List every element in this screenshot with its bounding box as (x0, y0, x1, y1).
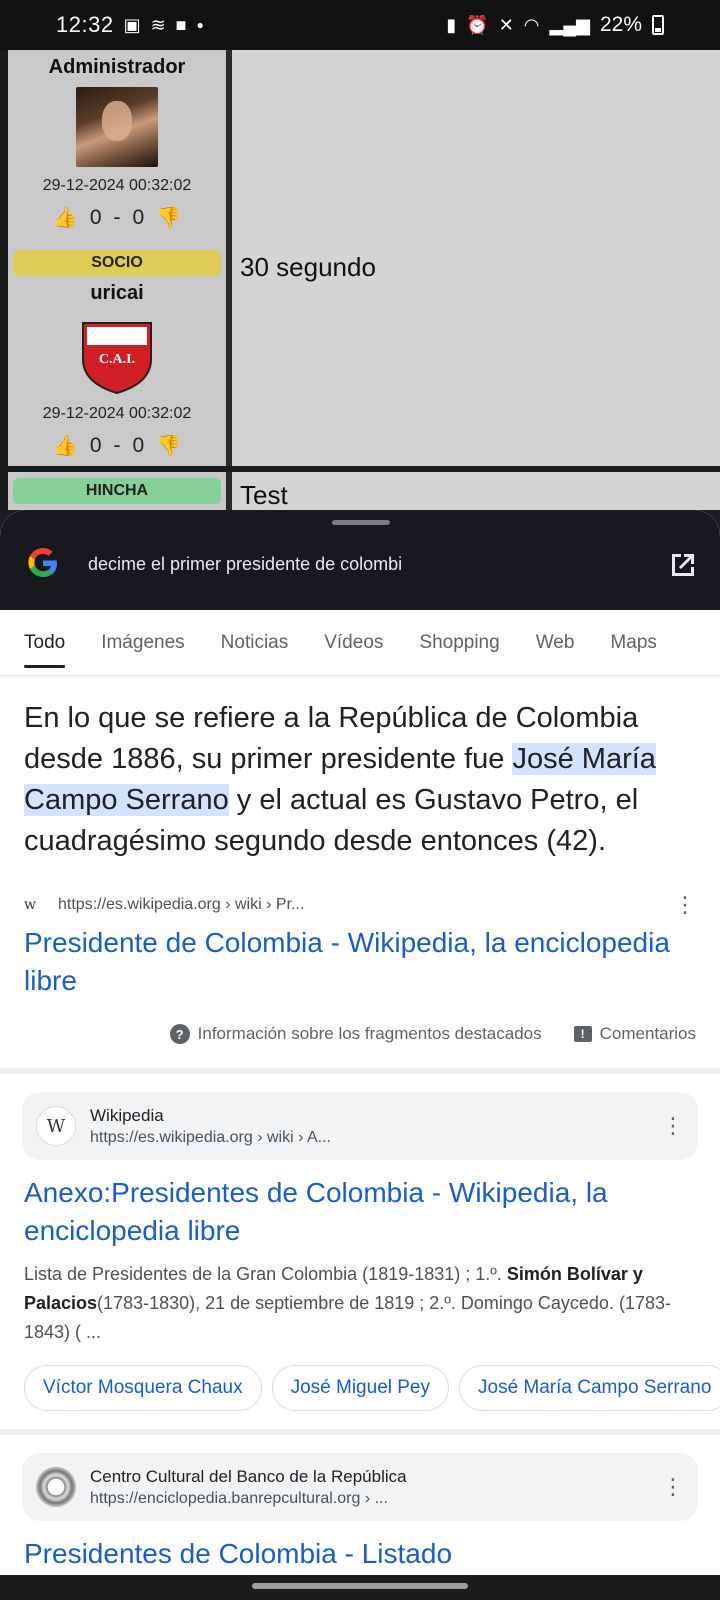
post-author-panel: HINCHA (8, 472, 226, 510)
desc-text-start: Lista de Presidentes de la Gran Colombia… (24, 1264, 507, 1284)
likes-count: 0 (89, 433, 102, 457)
tab-web[interactable]: Web (536, 610, 575, 676)
signal-icon: ▂▄▆ (549, 15, 590, 35)
votes: 👍 0 - 0 👎 (53, 205, 181, 230)
thumbs-down-icon[interactable]: 👎 (156, 205, 181, 230)
wikipedia-favicon-icon: w (24, 897, 36, 913)
votes: 👍 0 - 0 👎 (53, 433, 181, 458)
featured-snippet: En lo que se refiere a la República de C… (0, 676, 720, 862)
more-options-icon[interactable]: ⋮ (674, 894, 696, 916)
featured-source-row: w https://es.wikipedia.org › wiki › Pr..… (0, 890, 720, 920)
drag-handle[interactable] (332, 520, 390, 525)
role-badge: SOCIO (13, 250, 221, 276)
tab-shopping[interactable]: Shopping (419, 610, 499, 676)
desc-text-end: (1783-1830), 21 de septiembre de 1819 ; … (24, 1293, 671, 1342)
shield-text: C.A.I. (99, 352, 135, 367)
status-bar-right: ▮ ⏰ ✕ ◠ ▂▄▆ 22% (446, 13, 664, 37)
wave-icon: ≋ (150, 15, 166, 35)
clock: 12:32 (56, 12, 114, 37)
username[interactable]: Administrador (49, 56, 186, 79)
username[interactable]: uricai (90, 282, 143, 305)
snippet-feedback-row: ? Información sobre los fragmentos desta… (0, 1024, 720, 1044)
result-title-link[interactable]: Anexo:Presidentes de Colombia - Wikipedi… (0, 1174, 720, 1250)
google-logo-icon (28, 548, 57, 577)
role-badge: HINCHA (13, 478, 221, 504)
image-icon: ▣ (123, 15, 141, 35)
site-url: https://enciclopedia.banrepcultural.org … (90, 1489, 388, 1507)
battery-saver-icon: ▮ (446, 15, 457, 35)
section-divider (0, 1068, 720, 1074)
chip-link[interactable]: José María Campo Serrano (459, 1365, 720, 1411)
comments-link[interactable]: ! Comentarios (573, 1024, 696, 1044)
featured-source-title-link[interactable]: Presidente de Colombia - Wikipedia, la e… (0, 924, 720, 1000)
tab-imagenes[interactable]: Imágenes (101, 610, 184, 676)
battery-percent: 22% (599, 13, 642, 36)
tab-maps[interactable]: Maps (610, 610, 656, 676)
chip-link[interactable]: Víctor Mosquera Chaux (24, 1365, 262, 1411)
post-body: Test (232, 472, 720, 510)
post-author-panel: SOCIO uricai C.A.I. 29-12-2024 00:32:02 … (8, 244, 226, 466)
forum-post: HINCHA Test (8, 472, 720, 510)
result-source-card[interactable]: W Wikipedia https://es.wikipedia.org › w… (22, 1092, 698, 1160)
more-options-icon[interactable]: ⋮ (662, 1476, 684, 1498)
site-info: Wikipedia https://es.wikipedia.org › wik… (90, 1106, 331, 1147)
home-gesture-bar[interactable] (252, 1583, 468, 1589)
sheet-header: decime el primer presidente de colombi (0, 510, 720, 610)
team-shield-avatar[interactable]: C.A.I. (79, 317, 155, 395)
result-description: Lista de Presidentes de la Gran Colombia… (0, 1260, 720, 1347)
status-bar-left: 12:32 ▣ ≋ ■ ● (56, 12, 204, 38)
banrep-logo-icon (36, 1467, 76, 1507)
site-name: Wikipedia (90, 1105, 164, 1125)
site-url: https://es.wikipedia.org › wiki › A... (90, 1128, 331, 1146)
thumbs-up-icon[interactable]: 👍 (53, 433, 78, 458)
more-options-icon[interactable]: ⋮ (662, 1115, 684, 1137)
vote-separator: - (113, 205, 121, 229)
folder-icon: ■ (175, 15, 187, 35)
vote-separator: - (113, 433, 121, 457)
section-divider (0, 1429, 720, 1435)
search-query-text[interactable]: decime el primer presidente de colombi (88, 554, 402, 575)
wifi-icon: ◠ (523, 15, 540, 35)
battery-icon (652, 15, 664, 35)
comments-label: Comentarios (599, 1024, 696, 1043)
search-tabs: Todo Imágenes Noticias Vídeos Shopping W… (0, 610, 720, 676)
result-source-card[interactable]: Centro Cultural del Banco de la Repúblic… (22, 1453, 698, 1521)
post-text: Test (240, 480, 288, 510)
post-date: 29-12-2024 00:32:02 (42, 177, 192, 194)
result-title-link[interactable]: Presidentes de Colombia - Listado (0, 1535, 720, 1573)
post-date: 29-12-2024 00:32:02 (42, 405, 192, 422)
feedback-icon: ! (573, 1026, 592, 1042)
wikipedia-logo-icon: W (36, 1106, 76, 1146)
dislikes-count: 0 (132, 205, 145, 229)
open-in-new-icon[interactable] (668, 550, 698, 580)
thumbs-up-icon[interactable]: 👍 (53, 205, 78, 230)
mute-icon: ✕ (498, 15, 514, 35)
snippet-info-link[interactable]: ? Información sobre los fragmentos desta… (169, 1024, 542, 1044)
forum-background: Administrador 29-12-2024 00:32:02 👍 0 - … (0, 50, 720, 510)
chip-link[interactable]: José Miguel Pey (271, 1365, 449, 1411)
thumbs-down-icon[interactable]: 👎 (156, 433, 181, 458)
site-name: Centro Cultural del Banco de la Repúblic… (90, 1466, 407, 1486)
google-search-sheet: decime el primer presidente de colombi T… (0, 510, 720, 1575)
snippet-info-label: Información sobre los fragmentos destaca… (197, 1024, 542, 1043)
post-body: 30 segundo (232, 244, 720, 466)
navigation-bar (0, 1575, 720, 1600)
post-text: 30 segundo (240, 252, 376, 282)
related-chips: Víctor Mosquera Chaux José Miguel Pey Jo… (0, 1365, 720, 1411)
tab-videos[interactable]: Vídeos (324, 610, 383, 676)
tab-noticias[interactable]: Noticias (221, 610, 289, 676)
alarm-icon: ⏰ (466, 15, 489, 35)
status-bar: 12:32 ▣ ≋ ■ ● ▮ ⏰ ✕ ◠ ▂▄▆ 22% (0, 0, 720, 50)
avatar[interactable] (76, 87, 158, 167)
help-icon: ? (169, 1024, 190, 1044)
dot-icon: ● (196, 18, 204, 32)
forum-post: SOCIO uricai C.A.I. 29-12-2024 00:32:02 … (8, 244, 720, 466)
tab-todo[interactable]: Todo (24, 610, 66, 676)
site-info: Centro Cultural del Banco de la Repúblic… (90, 1467, 407, 1508)
featured-source-url[interactable]: https://es.wikipedia.org › wiki › Pr... (58, 896, 304, 914)
likes-count: 0 (89, 205, 102, 229)
dislikes-count: 0 (132, 433, 145, 457)
